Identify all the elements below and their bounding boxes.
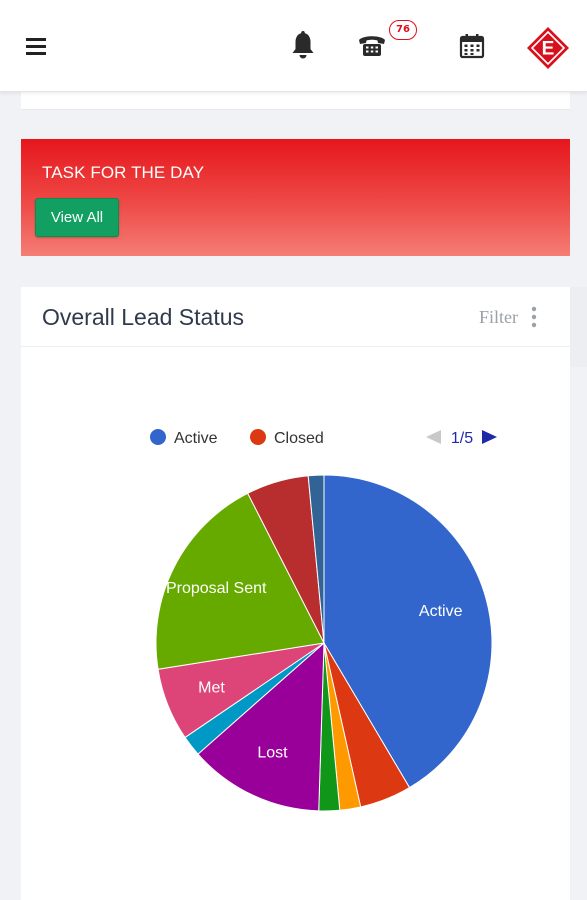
calendar-icon[interactable] [458,32,486,60]
legend-swatch-closed [250,429,266,445]
card-header: Overall Lead Status Filter [21,287,570,347]
more-options-icon[interactable] [531,306,537,328]
task-banner-title: TASK FOR THE DAY [42,163,205,182]
pie-slices [155,474,493,812]
scrollbar-track[interactable] [570,287,587,367]
legend-item-active[interactable]: Active [150,429,218,447]
legend-label: Active [174,430,218,447]
legend-swatch-active [150,429,166,445]
filter-button[interactable]: Filter [479,307,518,328]
view-all-button[interactable]: View All [35,198,119,237]
app-logo[interactable]: E [526,26,570,70]
top-app-bar: 76 E [0,0,587,92]
menu-icon[interactable] [24,34,50,60]
task-for-the-day-banner: TASK FOR THE DAY View All [21,139,570,256]
legend-label: Closed [274,430,324,447]
logo-letter: E [542,39,555,60]
legend-item-closed[interactable]: Closed [250,429,324,447]
phone-icon[interactable] [357,32,387,58]
bell-icon[interactable] [289,30,317,60]
notification-badge: 76 [389,20,417,40]
card-title: Overall Lead Status [42,304,245,330]
previous-card-edge [21,92,570,110]
